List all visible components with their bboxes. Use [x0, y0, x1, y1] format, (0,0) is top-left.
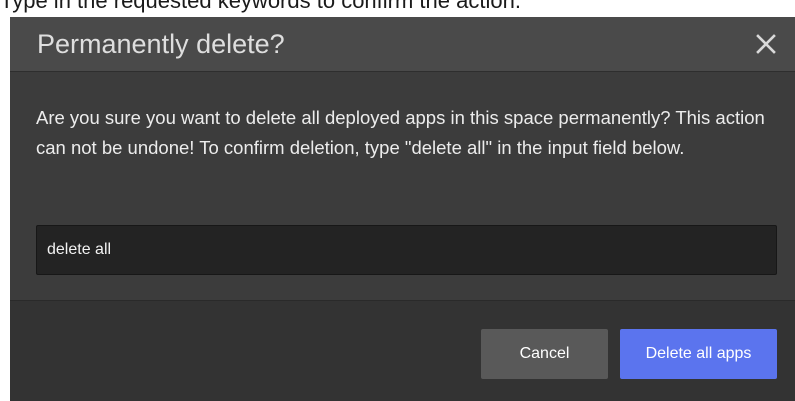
- dialog-body: Are you sure you want to delete all depl…: [10, 72, 795, 300]
- dialog-title: Permanently delete?: [37, 29, 285, 59]
- close-icon: [756, 34, 776, 54]
- dialog-footer: Cancel Delete all apps: [10, 300, 795, 401]
- close-button[interactable]: [751, 29, 781, 59]
- cancel-button[interactable]: Cancel: [481, 329, 608, 379]
- confirm-text-input[interactable]: [36, 225, 777, 275]
- confirm-delete-dialog: Permanently delete? Are you sure you wan…: [10, 17, 795, 401]
- confirmation-message: Are you sure you want to delete all depl…: [36, 107, 765, 158]
- delete-all-apps-button[interactable]: Delete all apps: [620, 329, 777, 379]
- dialog-header: Permanently delete?: [10, 17, 795, 72]
- instruction-caption: Type in the requested keywords to confir…: [0, 0, 521, 13]
